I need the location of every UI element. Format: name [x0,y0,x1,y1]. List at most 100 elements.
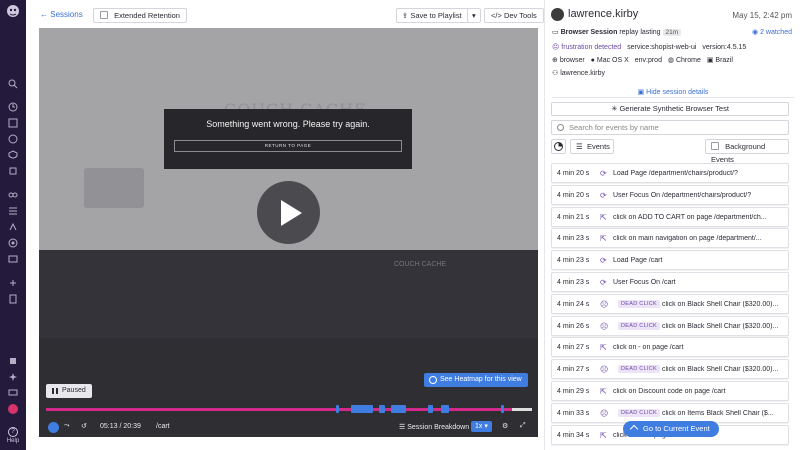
watched-link[interactable]: ◉ 2 watched [752,28,792,36]
save-to-playlist-button[interactable]: ⇪ Save to Playlist [396,8,469,23]
timeline-filter-button[interactable] [551,139,566,154]
session-breakdown-button[interactable]: ☰ Session Breakdown [399,423,469,431]
collapse-icon: ▣ [637,89,647,96]
error-message: Something went wrong. Please try again. [206,119,370,129]
event-description: click on Black Shell Chair ($320.00)... [662,366,779,374]
gear-icon[interactable]: ⚙ [502,422,508,430]
event-row[interactable]: 4 min 26 s ☹ DEAD CLICK click on Black Shel… [551,315,789,336]
event-row[interactable]: 4 min 21 s ⇱ click on ADD TO CART on page … [551,206,789,227]
event-row[interactable]: 4 min 27 s ☹ DEAD CLICK click on Black Shel… [551,359,789,380]
timeline-event-marker[interactable] [336,405,339,413]
timeline-event-marker[interactable] [428,405,433,413]
event-row[interactable]: 4 min 23 s ⇱ click on main navigation on p… [551,228,789,249]
search-placeholder: Search for events by name [569,123,659,132]
event-row[interactable]: 4 min 24 s ☹ DEAD CLICK click on Black Shel… [551,293,789,314]
timeline-track [46,408,532,411]
event-time: 4 min 20 s [557,170,590,177]
help-icon[interactable]: ? [8,427,18,437]
event-row[interactable]: 4 min 23 s ⟳ Load Page /cart [551,250,789,271]
generate-synthetic-test-button[interactable]: ✳ Generate Synthetic Browser Test [551,102,789,116]
puzzle-icon[interactable] [8,356,18,366]
session-type: Browser Session [560,29,618,36]
service-tag[interactable]: service:shopist-web-ui [627,44,696,51]
security-icon[interactable] [8,150,18,160]
go-to-current-event-button[interactable]: Go to Current Event [623,421,719,437]
return-to-page-button[interactable]: RETURN TO PAGE [174,140,402,152]
event-row[interactable]: 4 min 20 s ⟳ User Focus On /department/cha… [551,184,789,205]
dev-tools-button[interactable]: </> Dev Tools [484,8,544,23]
hide-session-details-link[interactable]: ▣ Hide session details [545,88,800,96]
back-to-sessions-link[interactable]: ← Sessions [40,10,83,19]
event-description: User Focus On /department/chairs/product… [613,191,752,199]
extended-retention-toggle[interactable]: Extended Retention [93,8,187,23]
replay-icon[interactable]: ↺ [81,422,87,430]
user-avatar[interactable] [8,404,18,414]
checkbox-icon [100,11,108,19]
user-focus-icon: ⟳ [600,278,607,287]
playlist-dropdown-button[interactable]: ▾ [467,8,481,23]
event-time: 4 min 27 s [557,344,590,352]
help-label[interactable]: Help [0,438,26,444]
event-row[interactable]: 4 min 27 s ⇱ click on - on page /cart [551,337,789,358]
timeline-event-marker[interactable] [351,405,373,413]
see-heatmap-button[interactable]: See Heatmap for this view [424,373,528,387]
play-small-button[interactable] [48,422,59,433]
integrations-icon[interactable] [8,278,18,288]
event-description: click on Black Shell Chair ($320.00)... [662,300,779,308]
play-button[interactable] [257,181,320,244]
event-row[interactable]: 4 min 23 s ⟳ User Focus On /cart [551,272,789,292]
frustration-icon: ☹ [600,321,609,331]
chat-icon[interactable] [8,388,18,398]
replay-lasting-text: replay lasting [619,29,661,36]
dead-click-badge: DEAD CLICK [618,365,661,374]
notebooks-icon[interactable] [8,294,18,304]
infrastructure-icon[interactable] [8,166,18,176]
country-label: Brazil [715,57,733,64]
timeline-event-marker[interactable] [441,405,449,413]
apm-icon[interactable] [8,190,18,200]
cicd-icon[interactable] [8,222,18,232]
divider [552,97,794,98]
browser-label: browser [559,57,585,64]
events-filter-button[interactable]: ☰ Events [570,139,614,154]
event-row[interactable]: 4 min 33 s ☹ DEAD CLICK click on Items Blac… [551,402,789,423]
dead-click-badge: DEAD CLICK [618,321,661,330]
fullscreen-icon[interactable]: ⤢ [520,422,526,430]
version-tag[interactable]: version:4.5.15 [702,44,746,51]
network-icon[interactable] [8,238,18,248]
timeline-event-marker[interactable] [501,405,504,413]
event-description: click on Items Black Shell Chair ($... [662,409,774,417]
user-tag[interactable]: ⚇ lawrence.kirby [552,69,605,77]
browser-tag[interactable]: ⊕ browser [552,56,585,64]
timeline-scrubber[interactable] [46,404,532,414]
recent-icon[interactable] [8,102,18,112]
play-icon [281,200,302,226]
playback-speed-select[interactable]: 1x ▾ [471,421,492,432]
frustration-icon: ☹ [600,408,609,418]
timeline-event-marker[interactable] [379,405,385,413]
env-tag[interactable]: env:prod [635,57,662,64]
event-row[interactable]: 4 min 29 s ⇱ click on Discount code on pag… [551,381,789,401]
chrome-tag[interactable]: ◍ Chrome [668,56,701,64]
dashboard-icon[interactable] [8,118,18,128]
os-tag[interactable]: ● Mac OS X [591,57,629,64]
paused-status: Paused [46,384,92,398]
search-icon[interactable] [8,79,18,89]
code-icon: </> [491,11,504,20]
country-tag[interactable]: ▣ Brazil [707,56,733,64]
logs-icon[interactable] [8,206,18,216]
event-description: User Focus On /cart [613,279,676,286]
frustration-tag[interactable]: ☹ frustration detected [552,43,621,51]
arrow-up-icon [629,424,639,434]
chevron-down-icon: ▾ [472,11,476,20]
sparkle-icon[interactable] [8,372,18,382]
event-row[interactable]: 4 min 20 s ⟳ Load Page /department/chairs/… [551,163,789,183]
skip-inactivity-icon[interactable]: ⤳ [64,422,70,430]
monitors-icon[interactable] [8,134,18,144]
datadog-logo-icon[interactable] [5,3,21,19]
ux-monitoring-icon[interactable] [8,254,18,264]
replay-viewport[interactable]: COUCH CACHE COUCH CACHE Something went w… [39,28,538,338]
event-search-input[interactable]: Search for events by name [551,120,789,135]
background-events-toggle[interactable]: Background Events [705,139,789,164]
timeline-event-marker[interactable] [391,405,406,413]
